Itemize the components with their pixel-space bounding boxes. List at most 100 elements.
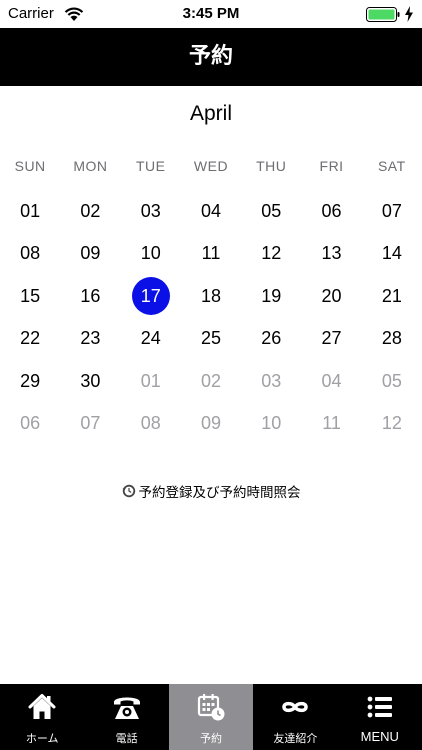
status-time: 3:45 PM xyxy=(182,5,240,22)
calendar-day-other-month[interactable]: 09 xyxy=(181,403,241,446)
tab-menu[interactable]: MENU xyxy=(338,684,422,750)
calendar-day[interactable]: 29 xyxy=(0,360,60,403)
weekday-mon: MON xyxy=(73,158,108,174)
calendar-day[interactable]: 18 xyxy=(181,275,241,318)
tab-friend-referral[interactable]: 友達紹介 xyxy=(253,684,337,750)
calendar-day[interactable]: 07 xyxy=(362,190,422,233)
calendar-grid: 01 02 03 04 05 06 07 08 09 10 11 12 13 14 15 16 17 18 19 20… xyxy=(0,190,422,445)
calendar-day[interactable]: 22 xyxy=(0,318,60,361)
calendar-day[interactable]: 05 xyxy=(241,190,301,233)
weekday-sun: SUN xyxy=(14,158,46,174)
calendar-day[interactable]: 30 xyxy=(60,360,120,403)
calendar-day-other-month[interactable]: 11 xyxy=(301,403,361,446)
calendar-day-number: 03 xyxy=(261,370,282,391)
calendar-day-number: 06 xyxy=(321,200,342,221)
tab-friend-referral-label: 友達紹介 xyxy=(273,732,318,745)
calendar-day-number: 15 xyxy=(20,285,41,306)
calendar-day-number: 08 xyxy=(140,413,161,434)
calendar-day-number: 26 xyxy=(261,328,282,349)
bottom-tab-bar: ホーム 電話 予約 友達紹介 MENU xyxy=(0,684,422,750)
calendar-day-number: 03 xyxy=(140,200,161,221)
weekday-thu: THU xyxy=(256,158,287,174)
calendar-week-row: 15 16 17 18 19 20 21 xyxy=(0,275,422,318)
calendar-day-number: 28 xyxy=(381,328,402,349)
calendar-day-other-month[interactable]: 02 xyxy=(181,360,241,403)
calendar-day-number: 18 xyxy=(200,285,221,306)
menu-list-icon xyxy=(367,696,392,718)
calendar-day[interactable]: 13 xyxy=(301,233,361,276)
phone-icon xyxy=(113,697,140,719)
calendar-week-row: 01 02 03 04 05 06 07 xyxy=(0,190,422,233)
calendar-week-row: 08 09 10 11 12 13 14 xyxy=(0,233,422,276)
calendar-day[interactable]: 25 xyxy=(181,318,241,361)
calendar-day-number: 12 xyxy=(261,243,282,264)
calendar-day[interactable]: 14 xyxy=(362,233,422,276)
calendar-day-number: 09 xyxy=(200,413,221,434)
calendar-day[interactable]: 24 xyxy=(121,318,181,361)
calendar-day[interactable]: 16 xyxy=(60,275,120,318)
reservation-inquiry-link[interactable]: 予約登録及び予約時間照会 xyxy=(0,481,422,501)
calendar-day-number: 07 xyxy=(381,200,402,221)
calendar-day-number: 22 xyxy=(20,328,41,349)
calendar-day[interactable]: 20 xyxy=(301,275,361,318)
calendar-day[interactable]: 10 xyxy=(121,233,181,276)
calendar-day-number: 09 xyxy=(80,243,101,264)
calendar-day[interactable]: 27 xyxy=(301,318,361,361)
calendar-day-number: 02 xyxy=(200,370,221,391)
calendar-day[interactable]: 06 xyxy=(301,190,361,233)
weekday-tue: TUE xyxy=(135,158,166,174)
calendar-week-row: 22 23 24 25 26 27 28 xyxy=(0,318,422,361)
calendar-day-other-month[interactable]: 10 xyxy=(241,403,301,446)
calendar-day-other-month[interactable]: 03 xyxy=(241,360,301,403)
tab-home-label: ホーム xyxy=(25,732,59,745)
home-icon xyxy=(28,694,56,719)
calendar-day-other-month[interactable]: 01 xyxy=(121,360,181,403)
calendar-day-other-month[interactable]: 04 xyxy=(301,360,361,403)
calendar-day-other-month[interactable]: 08 xyxy=(121,403,181,446)
charging-bolt-icon xyxy=(405,6,413,22)
calendar-day[interactable]: 17 xyxy=(121,275,181,318)
calendar-day-number: 23 xyxy=(80,328,101,349)
calendar-day[interactable]: 23 xyxy=(60,318,120,361)
tab-phone[interactable]: 電話 xyxy=(84,684,168,750)
calendar-day-number: 01 xyxy=(140,370,161,391)
calendar-day[interactable]: 01 xyxy=(0,190,60,233)
calendar-week-row: 29 30 01 02 03 04 05 xyxy=(0,360,422,403)
calendar-day-number: 13 xyxy=(321,243,342,264)
weekday-fri: FRI xyxy=(319,158,344,174)
reservation-inquiry-label: 予約登録及び予約時間照会 xyxy=(138,485,301,501)
calendar-day-number: 21 xyxy=(381,285,402,306)
calendar-day-other-month[interactable]: 12 xyxy=(362,403,422,446)
calendar-day-number: 14 xyxy=(381,243,402,264)
calendar-day-number: 12 xyxy=(381,413,402,434)
navigation-bar: 予約 xyxy=(0,28,422,86)
calendar-day-other-month[interactable]: 05 xyxy=(362,360,422,403)
calendar-day[interactable]: 11 xyxy=(181,233,241,276)
calendar-day[interactable]: 03 xyxy=(121,190,181,233)
calendar-day[interactable]: 02 xyxy=(60,190,120,233)
calendar-clock-icon xyxy=(197,694,225,721)
calendar-day-number: 10 xyxy=(261,413,282,434)
calendar-day[interactable]: 28 xyxy=(362,318,422,361)
calendar-day-other-month[interactable]: 07 xyxy=(60,403,120,446)
calendar-day[interactable]: 12 xyxy=(241,233,301,276)
calendar-day[interactable]: 09 xyxy=(60,233,120,276)
calendar-day-other-month[interactable]: 06 xyxy=(0,403,60,446)
calendar-day[interactable]: 08 xyxy=(0,233,60,276)
infinity-icon xyxy=(282,701,309,713)
calendar-day-number: 01 xyxy=(20,200,41,221)
calendar-day[interactable]: 15 xyxy=(0,275,60,318)
calendar-day-number: 04 xyxy=(321,370,342,391)
calendar-day-number: 05 xyxy=(381,370,402,391)
tab-home[interactable]: ホーム xyxy=(0,684,84,750)
calendar-day[interactable]: 19 xyxy=(241,275,301,318)
calendar-day-number: 20 xyxy=(321,285,342,306)
tab-reservation[interactable]: 予約 xyxy=(168,684,254,750)
calendar-day[interactable]: 04 xyxy=(181,190,241,233)
weekday-wed: WED xyxy=(193,158,229,174)
weekday-sat: SAT xyxy=(377,158,406,174)
calendar-day-number: 17 xyxy=(140,285,161,306)
calendar-day[interactable]: 21 xyxy=(362,275,422,318)
calendar-day-number: 24 xyxy=(140,328,161,349)
calendar-day[interactable]: 26 xyxy=(241,318,301,361)
